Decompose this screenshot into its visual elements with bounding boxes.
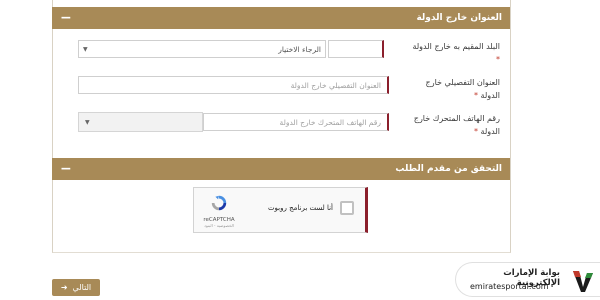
- next-button[interactable]: ➜ التالي: [52, 279, 100, 296]
- collapse-button[interactable]: −: [60, 11, 72, 25]
- country-select[interactable]: ▼ الرجاء الاختيار: [78, 40, 326, 58]
- emirates-portal-logo-icon: [573, 271, 593, 292]
- recaptcha-checkbox[interactable]: [340, 201, 354, 215]
- required-mark: *: [496, 55, 500, 64]
- chevron-down-icon: ▼: [83, 45, 88, 53]
- section-header-outside-address: − العنوان خارج الدولة: [52, 7, 510, 29]
- address-label: العنوان التفصيلي خارج الدولة *: [425, 78, 500, 100]
- phone-label: رقم الهاتف المتحرك خارج الدولة *: [413, 114, 500, 136]
- recaptcha-privacy-links[interactable]: الخصوصية - البنود: [201, 223, 237, 228]
- address-row: العنوان التفصيلي خارج الدولة * العنوان ا…: [60, 76, 500, 112]
- recaptcha-widget: reCAPTCHA الخصوصية - البنود أنا لست برنا…: [193, 187, 368, 233]
- address-input[interactable]: العنوان التفصيلي خارج الدولة: [78, 76, 389, 94]
- site-watermark: بوابة الإمارات الإلكترونية emiratesporta…: [455, 262, 600, 297]
- recaptcha-icon: [211, 195, 227, 211]
- country-row: البلد المقيم به خارج الدولة * ▼ الرجاء ا…: [60, 40, 500, 76]
- collapse-button[interactable]: −: [60, 162, 72, 176]
- required-mark: *: [474, 127, 478, 136]
- required-mark: *: [474, 91, 478, 100]
- phone-row: رقم الهاتف المتحرك خارج الدولة * ▼ رقم ا…: [60, 112, 500, 148]
- country-label: البلد المقيم به خارج الدولة *: [412, 42, 500, 64]
- next-button-label: التالي: [72, 283, 92, 292]
- section-title: التحقق من مقدم الطلب: [395, 164, 502, 174]
- section-title: العنوان خارج الدولة: [416, 13, 502, 23]
- country-select-value: الرجاء الاختيار: [278, 44, 321, 54]
- phone-input[interactable]: رقم الهاتف المتحرك خارج الدولة: [203, 113, 389, 131]
- recaptcha-label: أنا لست برنامج روبوت: [267, 204, 333, 212]
- arrow-left-icon: ➜: [60, 283, 68, 292]
- chevron-down-icon: ▼: [85, 118, 90, 126]
- country-search-input[interactable]: [328, 40, 384, 58]
- recaptcha-logo: reCAPTCHA الخصوصية - البنود: [201, 194, 237, 228]
- section-header-verification: − التحقق من مقدم الطلب: [52, 158, 510, 180]
- country-code-select[interactable]: ▼: [78, 112, 203, 132]
- watermark-english: emiratesportal.com: [470, 282, 549, 291]
